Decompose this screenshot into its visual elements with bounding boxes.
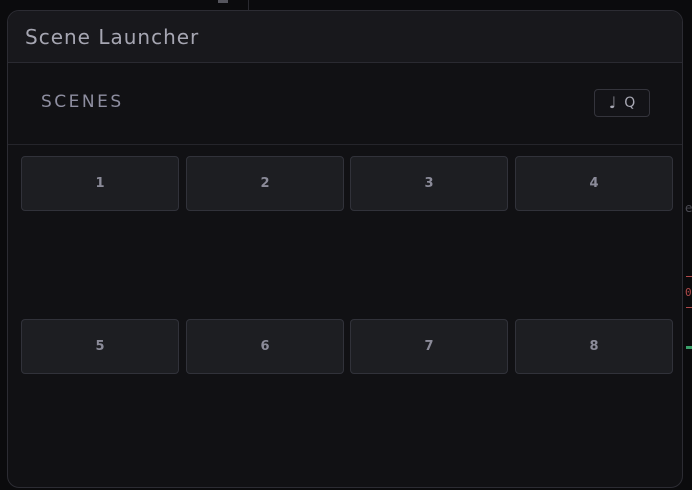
- window-titlebar[interactable]: Scene Launcher: [8, 11, 682, 63]
- scene-launcher-window: Scene Launcher SCENES ♩ Q 1 2 3 4 5 6 7 …: [7, 10, 683, 488]
- window-title: Scene Launcher: [25, 24, 200, 49]
- background-meter-digit: 0: [685, 286, 692, 299]
- scene-button-2[interactable]: 2: [186, 156, 344, 211]
- background-icon-fragment: [218, 0, 228, 3]
- scene-button-3[interactable]: 3: [350, 156, 508, 211]
- quantize-label: Q: [624, 95, 636, 111]
- background-meter-tick: [686, 307, 692, 308]
- scene-button-6[interactable]: 6: [186, 319, 344, 374]
- scenes-section-label: SCENES: [41, 92, 124, 112]
- background-divider: [248, 0, 249, 10]
- scenes-header: SCENES ♩ Q: [8, 63, 682, 145]
- background-level-bar: [686, 346, 692, 349]
- scene-button-4[interactable]: 4: [515, 156, 673, 211]
- scene-button-7[interactable]: 7: [350, 319, 508, 374]
- background-text-fragment: e: [685, 201, 692, 215]
- scene-button-8[interactable]: 8: [515, 319, 673, 374]
- music-note-icon: ♩: [608, 93, 617, 112]
- scene-button-5[interactable]: 5: [21, 319, 179, 374]
- background-meter-tick: [686, 276, 692, 277]
- scene-button-1[interactable]: 1: [21, 156, 179, 211]
- quantize-button[interactable]: ♩ Q: [594, 89, 650, 117]
